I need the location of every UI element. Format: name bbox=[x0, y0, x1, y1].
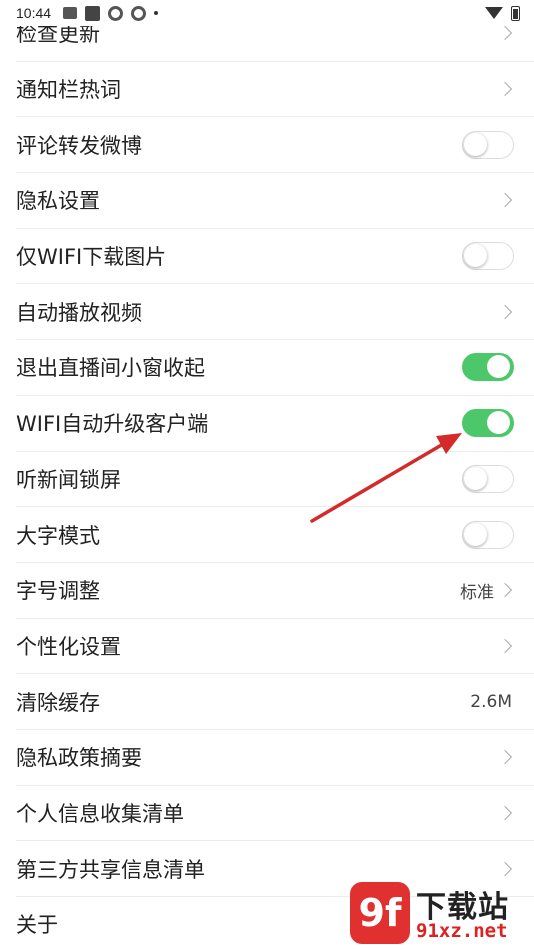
toggle-knob bbox=[464, 466, 487, 490]
chevron-right-icon bbox=[497, 805, 513, 821]
dot-icon bbox=[154, 11, 159, 15]
toggle-knob bbox=[464, 522, 487, 546]
square-app-icon bbox=[85, 5, 101, 21]
wifi-icon bbox=[485, 7, 503, 19]
settings-row-label: 大字模式 bbox=[16, 523, 100, 548]
chevron-right-icon bbox=[497, 26, 513, 41]
settings-row[interactable]: 听新闻锁屏 bbox=[16, 452, 534, 508]
toggle-knob bbox=[464, 132, 487, 156]
notification-app-icon bbox=[63, 7, 78, 19]
toggle-switch[interactable] bbox=[462, 242, 514, 271]
settings-row[interactable]: 评论转发微博 bbox=[16, 117, 534, 174]
settings-row[interactable]: 个性化设置 bbox=[16, 619, 534, 675]
chevron-right-icon bbox=[497, 638, 513, 653]
settings-row[interactable]: 大字模式 bbox=[16, 507, 534, 563]
settings-row-label: 字号调整 bbox=[16, 579, 100, 604]
toggle-switch[interactable] bbox=[462, 464, 514, 493]
settings-row[interactable]: 仅WIFI下载图片 bbox=[16, 229, 534, 285]
settings-row-label: WIFI自动升级客户端 bbox=[16, 412, 209, 437]
chevron-right-icon bbox=[497, 750, 513, 765]
settings-row-label: 通知栏热词 bbox=[16, 78, 121, 103]
settings-row-label: 个性化设置 bbox=[16, 634, 121, 659]
chevron-right-icon bbox=[497, 304, 513, 319]
settings-row-label: 第三方共享信息清单 bbox=[16, 857, 205, 882]
status-time: 10:44 bbox=[16, 5, 52, 21]
toggle-knob bbox=[487, 411, 510, 435]
toggle-switch[interactable] bbox=[462, 353, 514, 382]
aperture-icon bbox=[131, 5, 147, 21]
settings-list: 检查更新 通知栏热词 评论转发微博 隐私设置 仅WIFI下载图片 自动播放视频 退出直播间小… bbox=[0, 6, 534, 950]
toggle-switch[interactable] bbox=[462, 409, 514, 438]
settings-row[interactable]: 字号调整 标准 bbox=[16, 563, 534, 619]
settings-row-label: 评论转发微博 bbox=[16, 133, 142, 158]
watermark: 9f 下载站 91xz.net bbox=[350, 882, 530, 948]
settings-row-label: 仅WIFI下载图片 bbox=[16, 245, 167, 270]
settings-row[interactable]: 隐私政策摘要 bbox=[16, 730, 534, 786]
settings-row-label: 隐私设置 bbox=[16, 189, 100, 214]
watermark-url: 91xz.net bbox=[416, 920, 508, 942]
settings-row-label: 清除缓存 bbox=[16, 690, 100, 715]
settings-row-label: 听新闻锁屏 bbox=[16, 467, 121, 492]
toggle-switch[interactable] bbox=[462, 520, 514, 549]
settings-row[interactable]: 个人信息收集清单 bbox=[16, 786, 534, 842]
toggle-knob bbox=[464, 244, 487, 268]
settings-row[interactable]: 清除缓存 2.6M bbox=[16, 674, 534, 730]
settings-row-value: 2.6M bbox=[470, 691, 512, 712]
settings-row[interactable]: WIFI自动升级客户端 bbox=[16, 396, 534, 452]
settings-row[interactable]: 隐私设置 bbox=[16, 173, 534, 229]
chevron-right-icon bbox=[497, 861, 513, 876]
settings-row-label: 退出直播间小窗收起 bbox=[16, 356, 205, 381]
battery-icon bbox=[511, 5, 520, 21]
chevron-right-icon bbox=[497, 81, 513, 97]
settings-row[interactable]: 自动播放视频 bbox=[16, 284, 534, 341]
settings-row[interactable]: 通知栏热词 bbox=[16, 62, 534, 118]
watermark-logo: 9f bbox=[350, 882, 410, 944]
settings-row-label: 隐私政策摘要 bbox=[16, 746, 142, 771]
toggle-switch[interactable] bbox=[462, 130, 514, 159]
status-bar: 10:44 bbox=[0, 0, 534, 26]
settings-row[interactable]: 退出直播间小窗收起 bbox=[16, 340, 534, 396]
settings-row-label: 个人信息收集清单 bbox=[16, 801, 184, 826]
aperture-icon bbox=[108, 5, 124, 21]
settings-row-value: 标准 bbox=[460, 582, 494, 603]
toggle-knob bbox=[487, 355, 510, 379]
status-right bbox=[485, 5, 520, 21]
chevron-right-icon bbox=[497, 583, 513, 598]
chevron-right-icon bbox=[497, 193, 513, 208]
settings-row-label: 自动播放视频 bbox=[16, 300, 142, 325]
